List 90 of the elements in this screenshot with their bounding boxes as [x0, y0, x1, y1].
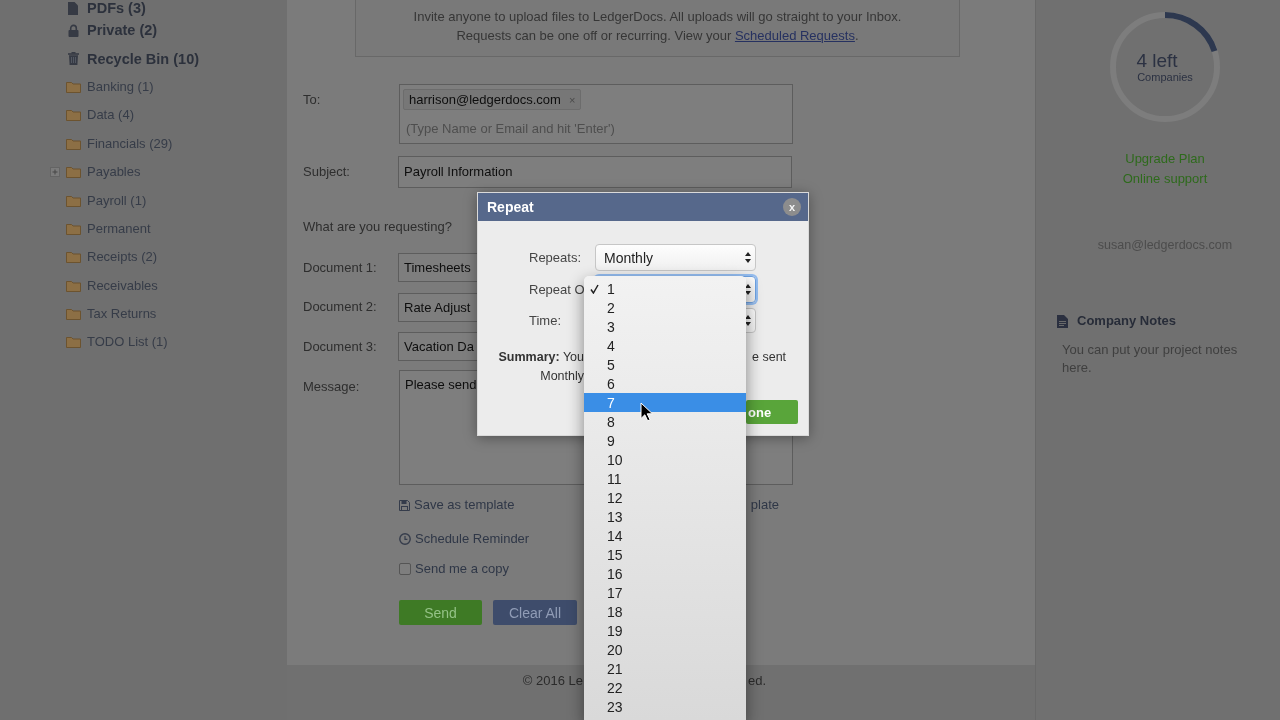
notice-text: Invite anyone to upload files to LedgerDocs. All uploads will go straight to your Inbox. Requests can be one off or recurring. View your Scheduled Requests.	[412, 8, 903, 45]
summary-text: Monthly	[540, 369, 584, 383]
dropdown-option[interactable]: 19	[584, 621, 746, 640]
folder-icon	[66, 336, 81, 349]
summary-text: Summary: You	[498, 350, 584, 364]
schedule-reminder-link[interactable]: Schedule Reminder	[399, 530, 530, 548]
sidebar-link[interactable]: PDFs (3)	[87, 0, 146, 16]
dropdown-option[interactable]: 22	[584, 678, 746, 697]
field-label: Message:	[303, 378, 360, 396]
folder-icon	[66, 308, 81, 321]
trash-icon	[68, 52, 79, 66]
folder-icon	[66, 279, 81, 292]
field-label: Time:	[529, 313, 562, 328]
dropdown-option[interactable]: 4	[584, 336, 746, 355]
dialog-title: Repeat	[487, 199, 534, 215]
select-field[interactable]: Monthly	[595, 244, 756, 271]
field-label: To:	[303, 91, 321, 109]
sidebar-link[interactable]: TODO List (1)	[87, 334, 168, 351]
sidebar-link[interactable]: Receivables	[87, 277, 158, 294]
dropdown-option[interactable]: 8	[584, 412, 746, 431]
field-label: Document 3:	[303, 337, 377, 356]
close-button[interactable]: x	[783, 198, 801, 216]
clear-all-button[interactable]: Clear All	[493, 600, 577, 625]
recipient-email: harrison@ledgerdocs.com	[409, 90, 561, 109]
notes-heading: Company Notes	[1077, 312, 1176, 330]
scheduled-requests-link[interactable]: Scheduled Requests	[734, 28, 855, 43]
copy-checkbox[interactable]	[399, 563, 411, 575]
folder-icon	[66, 109, 81, 122]
folder-icon	[66, 194, 81, 207]
done-button[interactable]: one	[746, 400, 798, 424]
dropdown-option[interactable]: 5	[584, 355, 746, 374]
folder-icon	[66, 222, 81, 235]
dropdown-option[interactable]: 2	[584, 298, 746, 317]
field-label: Document 2:	[303, 298, 377, 316]
folder-icon	[66, 80, 81, 93]
dropdown-option[interactable]: 17	[584, 583, 746, 602]
usage-count: 4 left	[1136, 50, 1178, 71]
clock-icon	[399, 533, 411, 545]
dropdown-option[interactable]: 21	[584, 659, 746, 678]
send-button[interactable]: Send	[399, 600, 482, 625]
field-label: Repeats:	[529, 250, 582, 265]
dropdown-option[interactable]: 13	[584, 507, 746, 526]
dropdown-option[interactable]: 1	[584, 279, 746, 298]
cursor-icon	[640, 402, 653, 422]
summary-text: e sent	[752, 349, 787, 366]
folder-icon	[66, 166, 81, 179]
copyright-text: ed.	[748, 673, 767, 688]
sidebar-link[interactable]: Banking (1)	[87, 78, 154, 95]
dropdown-option[interactable]: 15	[584, 545, 746, 564]
select-arrows-icon	[745, 252, 751, 263]
select-arrows-icon	[745, 284, 751, 295]
field-label: Repeat O	[529, 282, 585, 297]
subject-field[interactable]: Payroll Information	[398, 156, 792, 188]
expand-icon[interactable]	[50, 167, 60, 178]
folder-icon	[66, 251, 81, 264]
sidebar-link[interactable]: Payables	[87, 164, 141, 181]
checkmark-icon	[590, 283, 599, 294]
dropdown-option[interactable]: 14	[584, 526, 746, 545]
dropdown-option[interactable]: 12	[584, 488, 746, 507]
sidebar-link[interactable]: Receipts (2)	[87, 249, 158, 266]
sidebar-link[interactable]: Financials (29)	[87, 135, 173, 152]
checkbox-label: Send me a copy	[415, 560, 509, 578]
sidebar-link[interactable]: Private (2)	[87, 22, 158, 39]
copyright-text: © 2016 Le	[522, 673, 583, 688]
dropdown-option[interactable]: 23	[584, 697, 746, 716]
save-template-link[interactable]: Save as template	[399, 496, 515, 514]
field-label: Subject:	[303, 163, 350, 181]
dropdown-option[interactable]: 16	[584, 564, 746, 583]
sidebar-link[interactable]: Payroll (1)	[87, 192, 147, 209]
dropdown-option[interactable]: 6	[584, 374, 746, 393]
dropdown-option[interactable]: 10	[584, 450, 746, 469]
dropdown-option[interactable]: 7	[584, 393, 746, 412]
template-link[interactable]: plate	[750, 496, 779, 514]
sidebar-link[interactable]: Data (4)	[87, 107, 134, 124]
dropdown-option[interactable]: 20	[584, 640, 746, 659]
section-heading: What are you requesting?	[303, 218, 452, 236]
sidebar-link[interactable]: Permanent	[87, 220, 151, 237]
dropdown-option[interactable]: 3	[584, 317, 746, 336]
notes-icon	[1057, 314, 1068, 328]
sidebar-link[interactable]: Tax Returns	[87, 306, 157, 323]
select-arrows-icon	[745, 315, 751, 326]
sidebar-link[interactable]: Recycle Bin (10)	[87, 50, 200, 67]
lock-icon	[68, 23, 79, 37]
dropdown-option[interactable]: 18	[584, 602, 746, 621]
field-label: Document 1:	[303, 258, 377, 277]
usage-label: Companies	[1137, 70, 1193, 84]
dropdown-option[interactable]: 9	[584, 431, 746, 450]
folder-icon	[66, 137, 81, 150]
file-icon	[68, 1, 78, 15]
dropdown-option[interactable]: 11	[584, 469, 746, 488]
